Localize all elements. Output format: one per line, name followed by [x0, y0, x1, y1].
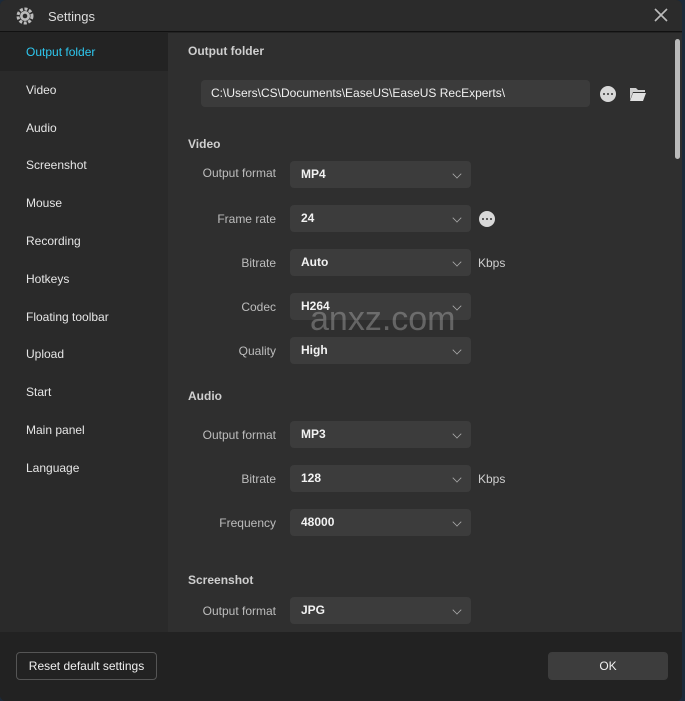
sidebar-item-floating-toolbar[interactable]: Floating toolbar: [0, 298, 168, 336]
audio-output-format-dropdown[interactable]: MP3: [290, 421, 471, 448]
sidebar-item-video[interactable]: Video: [0, 71, 168, 109]
dropdown-value: High: [301, 343, 328, 357]
screenshot-output-format-dropdown[interactable]: JPG: [290, 597, 471, 624]
title-bar: Settings: [0, 0, 682, 32]
window-title: Settings: [48, 9, 95, 24]
output-folder-path-field[interactable]: C:\Users\CS\Documents\EaseUS\EaseUS RecE…: [201, 80, 590, 107]
audio-bitrate-dropdown[interactable]: 128: [290, 465, 471, 492]
codec-label: Codec: [241, 300, 276, 314]
chevron-down-icon: [452, 169, 462, 179]
screenshot-output-format-label: Output format: [202, 604, 276, 618]
sidebar-item-output-folder[interactable]: Output folder: [0, 33, 168, 71]
audio-output-format-label: Output format: [202, 428, 276, 442]
dropdown-value: JPG: [301, 603, 326, 617]
sidebar-item-start[interactable]: Start: [0, 373, 168, 411]
chevron-down-icon: [452, 429, 462, 439]
video-output-format-dropdown[interactable]: MP4: [290, 161, 471, 188]
close-icon[interactable]: [652, 6, 670, 24]
more-options-icon[interactable]: [600, 86, 616, 102]
frame-rate-dropdown[interactable]: 24: [290, 205, 471, 232]
frame-rate-label: Frame rate: [217, 212, 276, 226]
reset-default-settings-button[interactable]: Reset default settings: [16, 652, 157, 680]
quality-dropdown[interactable]: High: [290, 337, 471, 364]
section-heading-audio: Audio: [188, 389, 222, 403]
dropdown-value: MP3: [301, 427, 326, 441]
section-heading-screenshot: Screenshot: [188, 573, 254, 587]
section-heading-output-folder: Output folder: [188, 44, 264, 58]
dropdown-value: 48000: [301, 515, 335, 529]
ok-button[interactable]: OK: [548, 652, 668, 680]
sidebar-item-mouse[interactable]: Mouse: [0, 184, 168, 222]
settings-window: Settings Output folder Video Audio Screensh…: [0, 0, 682, 701]
chevron-down-icon: [452, 345, 462, 355]
audio-bitrate-label: Bitrate: [241, 472, 276, 486]
chevron-down-icon: [452, 517, 462, 527]
section-heading-video: Video: [188, 137, 221, 151]
frequency-dropdown[interactable]: 48000: [290, 509, 471, 536]
sidebar-item-language[interactable]: Language: [0, 449, 168, 487]
chevron-down-icon: [452, 213, 462, 223]
chevron-down-icon: [452, 301, 462, 311]
quality-label: Quality: [238, 344, 276, 358]
video-output-format-label: Output format: [202, 166, 276, 180]
sidebar-item-main-panel[interactable]: Main panel: [0, 411, 168, 449]
sidebar-item-upload[interactable]: Upload: [0, 335, 168, 373]
scrollbar[interactable]: [675, 39, 680, 159]
dropdown-value: MP4: [301, 167, 326, 181]
video-bitrate-label: Bitrate: [241, 256, 276, 270]
sidebar-item-recording[interactable]: Recording: [0, 222, 168, 260]
footer: Reset default settings OK: [0, 632, 682, 701]
frame-rate-more-icon[interactable]: [479, 211, 495, 227]
settings-content: Output folder C:\Users\CS\Documents\Ease…: [168, 33, 682, 632]
chevron-down-icon: [452, 257, 462, 267]
codec-dropdown[interactable]: H264: [290, 293, 471, 320]
sidebar: Output folder Video Audio Screenshot Mouse Re…: [0, 33, 168, 632]
audio-bitrate-unit: Kbps: [478, 472, 506, 486]
dropdown-value: H264: [301, 299, 330, 313]
folder-icon[interactable]: [629, 86, 647, 102]
sidebar-item-hotkeys[interactable]: Hotkeys: [0, 260, 168, 298]
video-bitrate-dropdown[interactable]: Auto: [290, 249, 471, 276]
dropdown-value: 24: [301, 211, 315, 225]
sidebar-item-screenshot[interactable]: Screenshot: [0, 146, 168, 184]
sidebar-item-audio[interactable]: Audio: [0, 109, 168, 147]
gear-icon: [16, 7, 34, 25]
video-bitrate-unit: Kbps: [478, 256, 506, 270]
chevron-down-icon: [452, 473, 462, 483]
dropdown-value: Auto: [301, 255, 329, 269]
chevron-down-icon: [452, 605, 462, 615]
frequency-label: Frequency: [219, 516, 276, 530]
dropdown-value: 128: [301, 471, 322, 485]
